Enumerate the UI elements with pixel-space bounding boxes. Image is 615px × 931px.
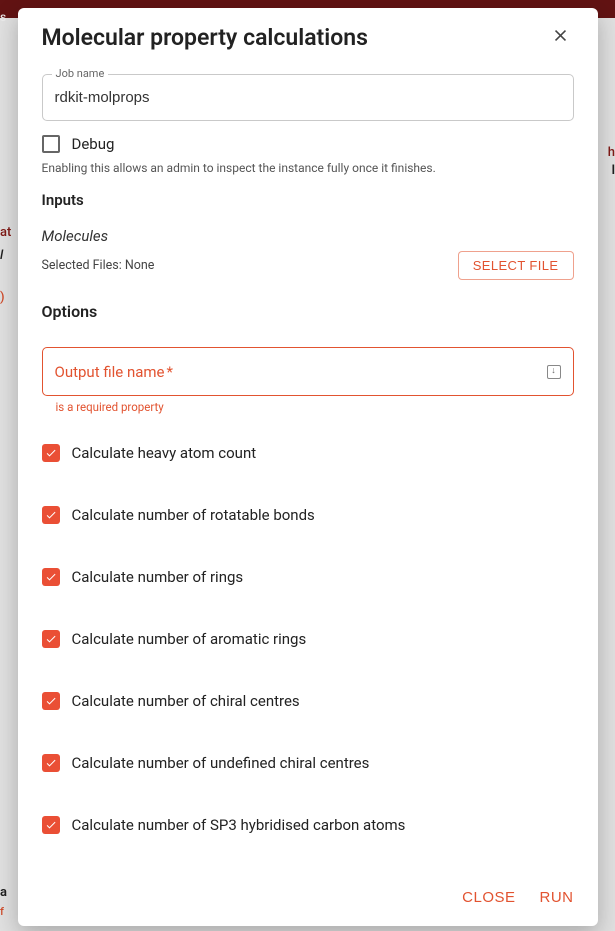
job-name-input[interactable] [42, 74, 574, 121]
dialog-header: Molecular property calculations [18, 8, 598, 60]
option-row: Calculate number of rotatable bonds [42, 506, 574, 524]
option-label: Calculate number of SP3 hybridised carbo… [72, 816, 406, 834]
option-row: Calculate number of rings [42, 568, 574, 586]
inputs-header: Inputs [42, 191, 574, 209]
output-file-name-label: Output file name [55, 363, 165, 381]
dialog-footer: CLOSE RUN [18, 873, 598, 926]
option-checkbox[interactable] [42, 816, 60, 834]
job-name-field: Job name [42, 74, 574, 121]
debug-label: Debug [72, 135, 115, 153]
check-icon [45, 568, 57, 587]
option-label: Calculate number of undefined chiral cen… [72, 754, 370, 772]
select-file-button[interactable]: SELECT FILE [458, 251, 574, 280]
output-file-name-error: is a required property [56, 400, 574, 414]
keyboard-icon: ↓ [547, 365, 561, 379]
output-file-name-field[interactable]: Output file name* ↓ is a required proper… [42, 347, 574, 414]
option-checkbox[interactable] [42, 630, 60, 648]
debug-checkbox[interactable] [42, 135, 60, 153]
check-icon [45, 754, 57, 773]
option-row: Calculate number of SP3 hybridised carbo… [42, 816, 574, 834]
run-button[interactable]: RUN [540, 889, 574, 906]
option-label: Calculate number of rotatable bonds [72, 506, 315, 524]
close-icon-button[interactable] [547, 22, 574, 52]
dialog-title: Molecular property calculations [42, 24, 368, 51]
option-checkbox[interactable] [42, 444, 60, 462]
job-name-label: Job name [52, 67, 109, 80]
required-asterisk: * [167, 363, 173, 381]
selected-files-text: Selected Files: None [42, 258, 155, 273]
option-row: Calculate number of undefined chiral cen… [42, 754, 574, 772]
options-list: Calculate heavy atom count Calculate num… [42, 444, 574, 834]
options-header: Options [42, 302, 574, 321]
dialog-body[interactable]: Job name Debug Enabling this allows an a… [18, 60, 598, 873]
option-label: Calculate number of aromatic rings [72, 630, 307, 648]
option-row: Calculate number of aromatic rings [42, 630, 574, 648]
check-icon [45, 630, 57, 649]
option-checkbox[interactable] [42, 754, 60, 772]
molecules-label: Molecules [42, 227, 574, 245]
option-label: Calculate heavy atom count [72, 444, 257, 462]
debug-help-text: Enabling this allows an admin to inspect… [42, 161, 574, 175]
close-button[interactable]: CLOSE [462, 889, 515, 906]
option-label: Calculate number of chiral centres [72, 692, 300, 710]
check-icon [45, 506, 57, 525]
close-icon [551, 33, 570, 48]
option-label: Calculate number of rings [72, 568, 244, 586]
check-icon [45, 816, 57, 835]
modal-overlay: Molecular property calculations Job name… [0, 0, 615, 931]
check-icon [45, 444, 57, 463]
option-row: Calculate heavy atom count [42, 444, 574, 462]
dialog: Molecular property calculations Job name… [18, 8, 598, 926]
option-checkbox[interactable] [42, 692, 60, 710]
option-checkbox[interactable] [42, 506, 60, 524]
option-checkbox[interactable] [42, 568, 60, 586]
check-icon [45, 692, 57, 711]
option-row: Calculate number of chiral centres [42, 692, 574, 710]
